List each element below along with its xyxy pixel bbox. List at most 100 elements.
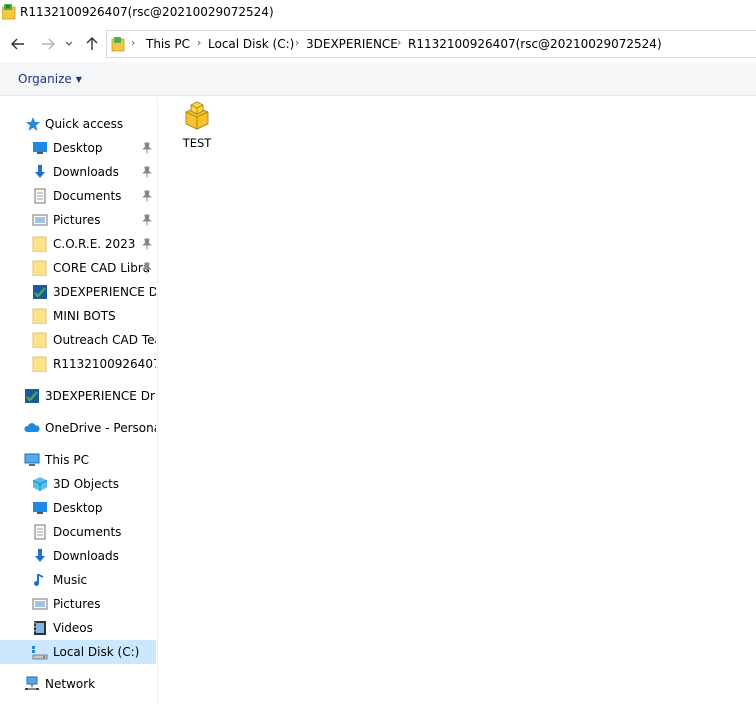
- breadcrumb-separator-icon[interactable]: ›: [197, 36, 201, 49]
- nav-item-pc-desktop[interactable]: Desktop: [0, 496, 156, 520]
- nav-item-pc-videos[interactable]: Videos: [0, 616, 156, 640]
- cloud-icon: [24, 423, 40, 432]
- address-bar[interactable]: › This PC › Local Disk (C:) › 3DEXPERIEN…: [106, 30, 756, 58]
- nav-label: 3DEXPERIENCE Drive: [45, 389, 156, 403]
- nav-item-pc-documents[interactable]: Documents: [0, 520, 156, 544]
- folder-icon: [32, 356, 47, 372]
- title-bar: R1132100926407(rsc@20210029072524): [0, 0, 756, 26]
- nav-label: Pictures: [53, 597, 101, 611]
- solidworks-part-icon: [185, 101, 209, 130]
- 3dexperience-drive-icon: [33, 285, 47, 299]
- nav-label: MINI BOTS: [53, 309, 116, 323]
- folder-app-icon: [2, 4, 16, 20]
- breadcrumb-separator-icon: ›: [131, 36, 136, 49]
- pin-icon[interactable]: [142, 238, 152, 250]
- pictures-icon: [32, 214, 48, 226]
- nav-this-pc[interactable]: This PC: [0, 448, 156, 472]
- file-name: TEST: [182, 136, 212, 150]
- downloads-icon: [35, 549, 45, 562]
- folder-icon: [32, 236, 47, 252]
- up-arrow-icon: [86, 37, 98, 50]
- location-folder-icon: [111, 37, 125, 52]
- nav-item-pictures[interactable]: Pictures: [0, 208, 156, 232]
- command-bar: Organize ▼: [0, 62, 756, 96]
- navigation-pane: Quick access Desktop Downloads Documents…: [0, 97, 158, 704]
- nav-item-mini-bots[interactable]: MINI BOTS: [0, 304, 156, 328]
- nav-label: Documents: [53, 189, 122, 203]
- downloads-icon: [35, 165, 45, 178]
- nav-label: Quick access: [45, 117, 124, 131]
- 3d-objects-icon: [32, 477, 48, 491]
- nav-label: 3DEXPERIENCE Driv: [53, 285, 156, 299]
- nav-label: Videos: [53, 621, 93, 635]
- pin-icon[interactable]: [142, 166, 152, 178]
- pin-icon[interactable]: [142, 262, 152, 274]
- nav-label: R1132100926407(rsc: [53, 357, 156, 371]
- nav-item-pc-pictures[interactable]: Pictures: [0, 592, 156, 616]
- nav-item-3dexperience-drive-shortcut[interactable]: 3DEXPERIENCE Driv: [0, 280, 156, 304]
- folder-icon: [32, 308, 47, 324]
- nav-label: This PC: [45, 453, 89, 467]
- forward-button[interactable]: [38, 34, 58, 54]
- nav-item-local-disk[interactable]: Local Disk (C:): [0, 640, 156, 664]
- nav-item-3d-objects[interactable]: 3D Objects: [0, 472, 156, 496]
- nav-label: OneDrive - Personal: [45, 421, 156, 435]
- breadcrumb-separator-icon[interactable]: ›: [397, 36, 401, 49]
- breadcrumb-this-pc[interactable]: This PC: [146, 37, 190, 51]
- nav-label: Desktop: [53, 501, 103, 515]
- nav-network[interactable]: Network: [0, 672, 156, 696]
- breadcrumb-3dexperience[interactable]: 3DEXPERIENCE: [306, 37, 398, 51]
- 3dexperience-drive-icon: [25, 389, 39, 403]
- nav-item-core-2023[interactable]: C.O.R.E. 2023: [0, 232, 156, 256]
- nav-label: Downloads: [53, 549, 119, 563]
- nav-label: Desktop: [53, 141, 103, 155]
- nav-item-documents[interactable]: Documents: [0, 184, 156, 208]
- pin-icon[interactable]: [142, 190, 152, 202]
- pin-icon[interactable]: [142, 142, 152, 154]
- nav-label: Pictures: [53, 213, 101, 227]
- music-icon: [34, 574, 43, 586]
- nav-label: 3D Objects: [53, 477, 120, 491]
- nav-label: Documents: [53, 525, 122, 539]
- star-icon: [26, 117, 40, 131]
- chevron-down-icon: [65, 41, 73, 46]
- nav-item-outreach-cad[interactable]: Outreach CAD Teac: [0, 328, 156, 352]
- back-arrow-icon: [11, 38, 24, 50]
- file-item[interactable]: TEST: [178, 100, 216, 152]
- computer-icon: [24, 453, 40, 466]
- videos-icon: [34, 621, 46, 635]
- nav-item-r1132100926407[interactable]: R1132100926407(rsc: [0, 352, 156, 376]
- pin-icon[interactable]: [142, 214, 152, 226]
- nav-item-downloads[interactable]: Downloads: [0, 160, 156, 184]
- folder-icon: [32, 260, 47, 276]
- organize-label: Organize: [18, 72, 72, 86]
- file-list[interactable]: TEST: [158, 97, 756, 704]
- nav-label: Network: [45, 677, 96, 691]
- nav-label: Outreach CAD Teac: [53, 333, 156, 347]
- network-icon: [25, 676, 39, 690]
- recent-locations-button[interactable]: [62, 34, 76, 54]
- window-title: R1132100926407(rsc@20210029072524): [20, 5, 274, 19]
- nav-item-core-cad-library[interactable]: CORE CAD Libra: [0, 256, 156, 280]
- organize-button[interactable]: Organize ▼: [18, 72, 82, 86]
- documents-icon: [34, 188, 46, 204]
- back-button[interactable]: [8, 34, 28, 54]
- breadcrumb-current-folder[interactable]: R1132100926407(rsc@20210029072524): [408, 37, 662, 51]
- nav-onedrive[interactable]: OneDrive - Personal: [0, 416, 156, 440]
- nav-3dexperience-drive[interactable]: 3DEXPERIENCE Drive: [0, 384, 156, 408]
- pictures-icon: [32, 598, 48, 610]
- nav-quick-access[interactable]: Quick access: [0, 112, 156, 136]
- nav-item-pc-music[interactable]: Music: [0, 568, 156, 592]
- forward-arrow-icon: [42, 38, 55, 50]
- breadcrumb-separator-icon[interactable]: ›: [295, 36, 299, 49]
- folder-icon: [32, 332, 47, 348]
- up-button[interactable]: [82, 34, 102, 54]
- local-disk-icon: [32, 646, 48, 660]
- documents-icon: [34, 524, 46, 540]
- breadcrumb-local-disk[interactable]: Local Disk (C:): [208, 37, 294, 51]
- nav-item-pc-downloads[interactable]: Downloads: [0, 544, 156, 568]
- address-row: › This PC › Local Disk (C:) › 3DEXPERIEN…: [0, 26, 756, 62]
- caret-down-icon: ▼: [75, 74, 82, 84]
- desktop-icon: [33, 502, 47, 514]
- nav-item-desktop[interactable]: Desktop: [0, 136, 156, 160]
